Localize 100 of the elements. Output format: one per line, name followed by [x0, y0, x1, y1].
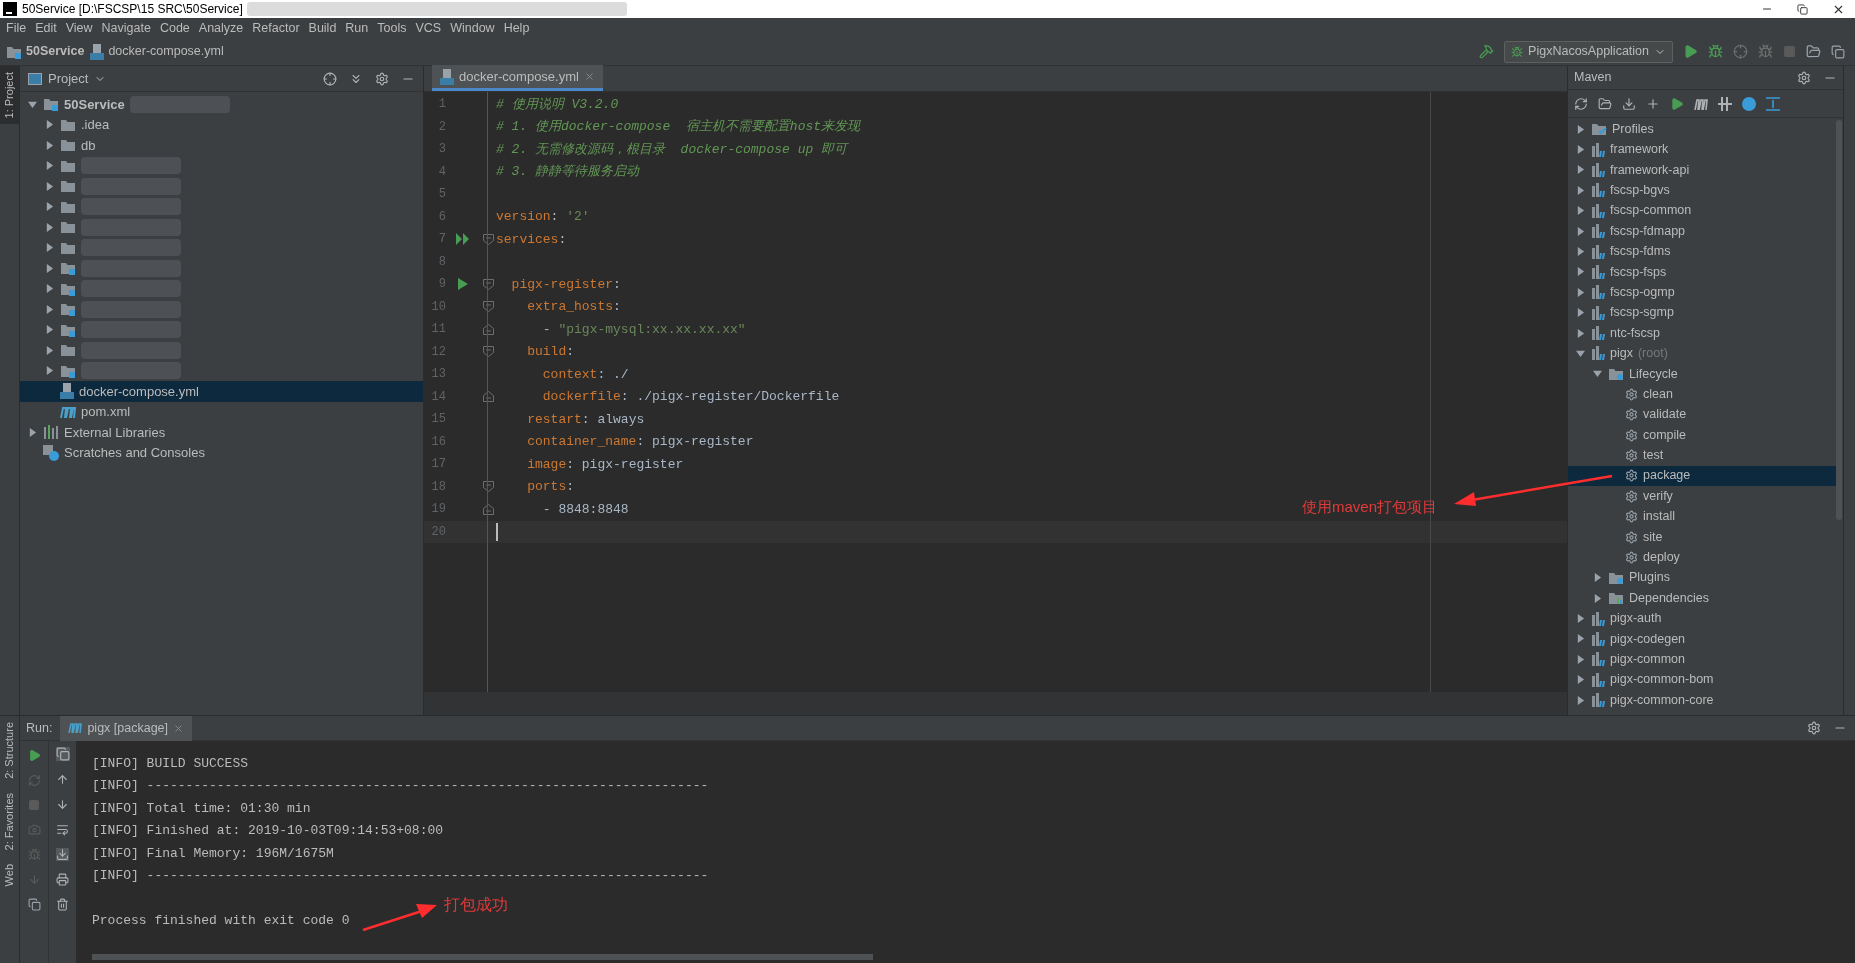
collapsed-arrow-icon[interactable]: [44, 140, 54, 150]
maven-tree-item[interactable]: fscsp-sgmp: [1568, 302, 1836, 323]
collapsed-arrow-icon[interactable]: [44, 366, 54, 376]
offline-icon[interactable]: [1742, 96, 1756, 111]
maven-tree-item[interactable]: fscsp-ogmp: [1568, 282, 1836, 303]
fold-icon[interactable]: [482, 278, 494, 290]
collapsed-arrow-icon[interactable]: [1575, 654, 1585, 664]
run-all-icon[interactable]: [456, 233, 470, 246]
folder-icon[interactable]: [1598, 96, 1612, 111]
tree-item[interactable]: External Libraries: [20, 422, 423, 443]
clear-icon[interactable]: [56, 898, 69, 911]
collapsed-arrow-icon[interactable]: [1575, 185, 1585, 195]
maven-tree-item[interactable]: framework-api: [1568, 159, 1836, 181]
maven-tree-item[interactable]: fscsp-fsps: [1568, 261, 1836, 283]
tree-item[interactable]: db: [20, 135, 423, 156]
maven-tree-item[interactable]: pigx-codegen: [1568, 628, 1836, 650]
tool-window-tab[interactable]: 2: Favorites: [1, 792, 18, 851]
tool-window-tab[interactable]: 2: Structure: [1, 722, 18, 779]
maven-tree-item[interactable]: pigx (root): [1568, 343, 1836, 364]
fold-end-icon[interactable]: [482, 323, 494, 335]
add-icon[interactable]: [1646, 96, 1660, 111]
collapsed-arrow-icon[interactable]: [44, 161, 54, 171]
collapsed-arrow-icon[interactable]: [1575, 226, 1585, 236]
collapsed-arrow-icon[interactable]: [1575, 206, 1585, 216]
maven-tree-item[interactable]: pigx-common-core: [1568, 689, 1836, 711]
tree-item[interactable]: docker-compose.yml: [20, 381, 423, 402]
collapsed-arrow-icon[interactable]: [1592, 573, 1602, 583]
maven-tree-item[interactable]: fscsp-fdms: [1568, 241, 1836, 262]
maven-tree-item[interactable]: deploy: [1568, 547, 1836, 568]
download-icon[interactable]: [1622, 96, 1636, 111]
maven-tree-item[interactable]: install: [1568, 506, 1836, 527]
menu-item[interactable]: Build: [304, 18, 341, 38]
print-icon[interactable]: [56, 873, 69, 886]
collapsed-arrow-icon[interactable]: [44, 284, 54, 294]
tree-item[interactable]: 50Service: [20, 94, 423, 115]
collapsed-arrow-icon[interactable]: [44, 243, 54, 253]
restore-icon[interactable]: [1797, 3, 1808, 15]
menu-item[interactable]: VCS: [411, 18, 446, 38]
hammer-icon[interactable]: [1479, 44, 1495, 59]
expanded-arrow-icon[interactable]: [27, 99, 37, 109]
expanded-arrow-icon[interactable]: [1575, 349, 1585, 358]
maven-tree-item[interactable]: package: [1568, 465, 1836, 487]
collapsed-arrow-icon[interactable]: [1575, 614, 1585, 624]
collapsed-arrow-icon[interactable]: [1575, 267, 1585, 277]
maven-tree-item[interactable]: site: [1568, 526, 1836, 548]
collapsed-arrow-icon[interactable]: [1575, 124, 1585, 134]
settings-icon[interactable]: [1807, 721, 1821, 735]
maven-tree-item[interactable]: test: [1568, 445, 1836, 466]
fold-icon[interactable]: [482, 346, 494, 358]
collapsed-arrow-icon[interactable]: [44, 202, 54, 212]
collapsed-arrow-icon[interactable]: [1575, 287, 1585, 297]
menu-item[interactable]: Refactor: [248, 18, 304, 38]
tool-window-tab[interactable]: 1: Project: [0, 66, 19, 125]
fold-icon[interactable]: [482, 481, 494, 493]
scrollbar-thumb[interactable]: [1836, 120, 1842, 520]
menu-item[interactable]: Navigate: [97, 18, 155, 38]
fold-icon[interactable]: [482, 301, 494, 313]
maven-tree-item[interactable]: pigx-common: [1568, 649, 1836, 670]
collapsed-arrow-icon[interactable]: [1575, 675, 1585, 685]
collapsed-arrow-icon[interactable]: [44, 304, 54, 314]
collapsed-arrow-icon[interactable]: [44, 345, 54, 355]
menu-item[interactable]: Analyze: [194, 18, 248, 38]
collapsed-arrow-icon[interactable]: [44, 325, 54, 335]
maven-tree-item[interactable]: fscsp-fdmapp: [1568, 220, 1836, 242]
run-tab[interactable]: pigx [package]: [60, 715, 192, 741]
menu-item[interactable]: Tools: [373, 18, 411, 38]
collapsed-arrow-icon[interactable]: [44, 181, 54, 191]
collapsed-arrow-icon[interactable]: [1575, 634, 1585, 644]
menu-item[interactable]: Run: [341, 18, 373, 38]
collapsed-arrow-icon[interactable]: [1592, 593, 1602, 603]
maven-tree-item[interactable]: pigx-auth: [1568, 608, 1836, 629]
collapsed-arrow-icon[interactable]: [1575, 165, 1585, 175]
collapsed-arrow-icon[interactable]: [1575, 247, 1585, 257]
down-icon[interactable]: [56, 798, 69, 811]
maven-tree-item[interactable]: fscsp-common: [1568, 200, 1836, 221]
settings-icon[interactable]: [375, 71, 389, 86]
project-structure-icon[interactable]: [1806, 44, 1821, 59]
locate-icon[interactable]: [323, 71, 337, 86]
scroll-to-end-icon[interactable]: [56, 848, 69, 861]
scrollbar-thumb[interactable]: [92, 954, 873, 960]
maven-tree-item[interactable]: validate: [1568, 404, 1836, 425]
layout-icon[interactable]: [27, 898, 41, 911]
settings-icon[interactable]: [1797, 70, 1811, 85]
collapse-all-icon[interactable]: [1766, 96, 1780, 111]
collapsed-arrow-icon[interactable]: [1575, 145, 1585, 155]
toggle-view-icon[interactable]: [55, 747, 70, 761]
tool-window-tab[interactable]: Web: [1, 864, 18, 887]
soft-wrap-icon[interactable]: [56, 823, 69, 836]
editor-tab[interactable]: docker-compose.yml: [432, 65, 603, 91]
maven-tree-item[interactable]: framework: [1568, 139, 1836, 160]
rerun-icon[interactable]: [27, 749, 41, 762]
maven-tree-item[interactable]: Plugins: [1568, 567, 1836, 588]
debug-icon[interactable]: [1708, 44, 1723, 59]
tree-item[interactable]: pom.xml: [20, 401, 423, 422]
skip-tests-icon[interactable]: [1718, 96, 1732, 111]
maven-goal-icon[interactable]: [1694, 97, 1708, 110]
reload-icon[interactable]: [1574, 96, 1588, 111]
up-icon[interactable]: [56, 773, 69, 786]
menu-item[interactable]: Help: [499, 18, 534, 38]
layout-icon[interactable]: [1831, 44, 1845, 59]
